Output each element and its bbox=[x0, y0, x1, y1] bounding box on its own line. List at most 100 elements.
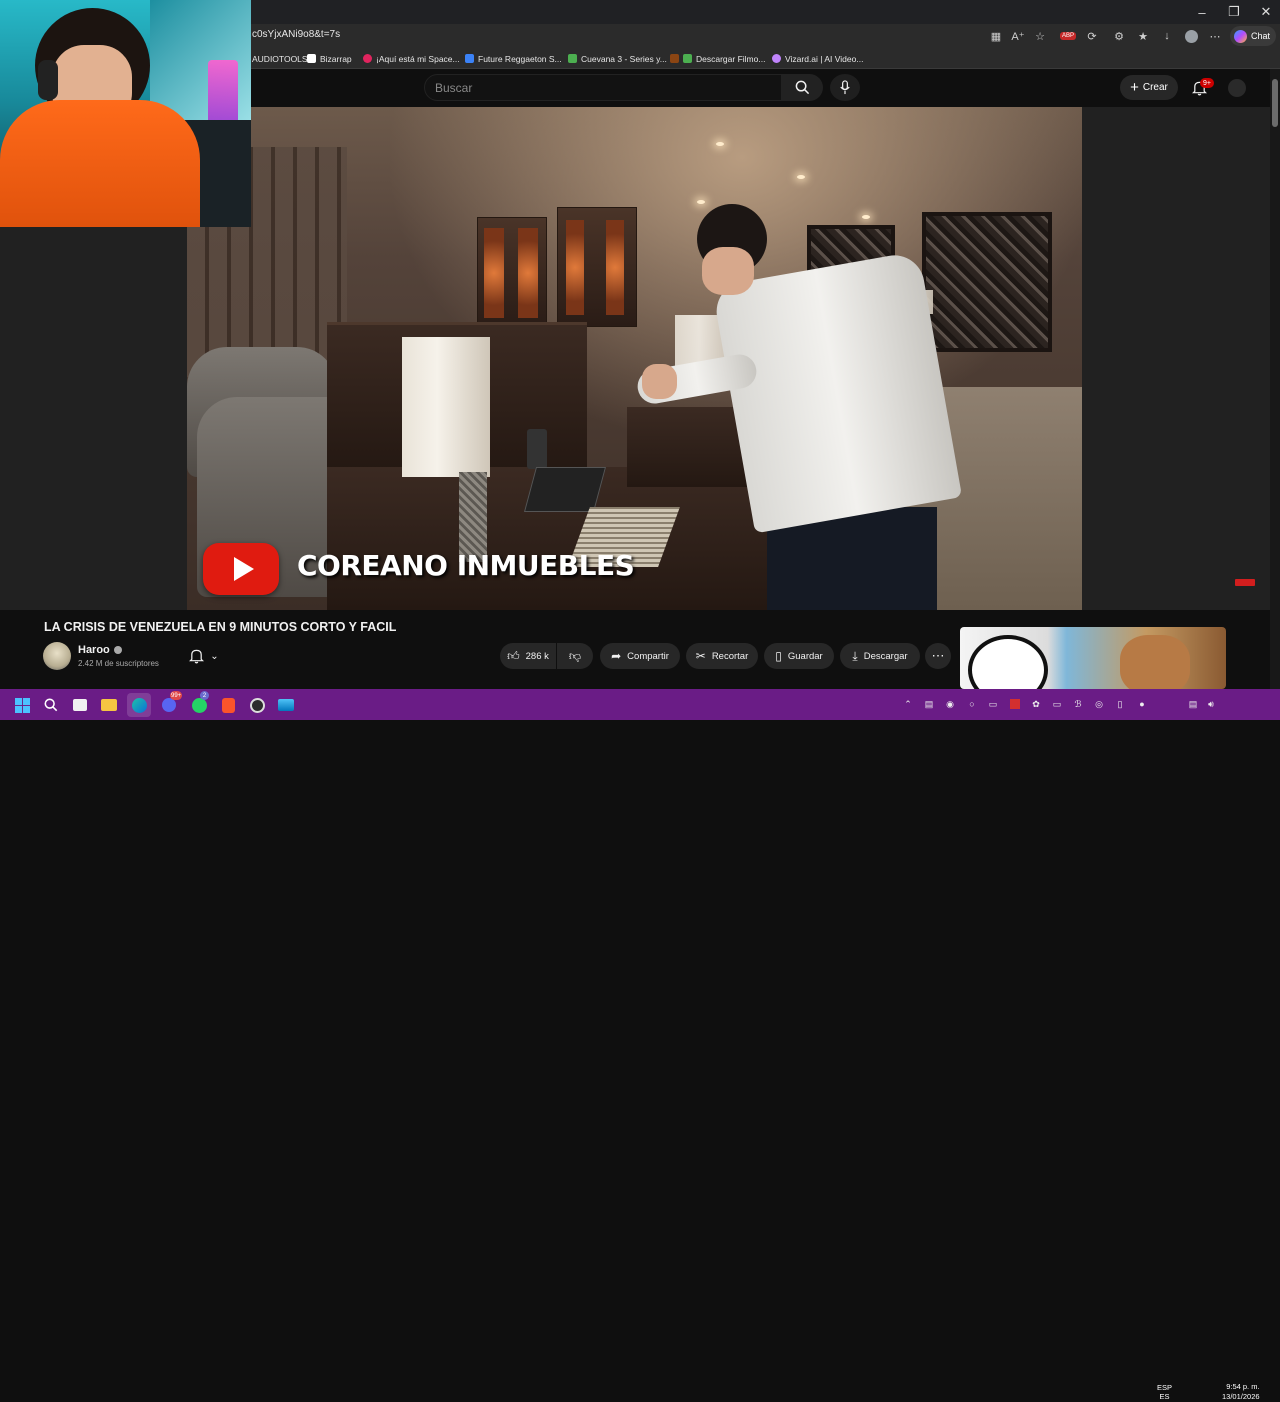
subscribe-watermark-icon[interactable] bbox=[1235, 579, 1255, 586]
close-window-button[interactable]: ✕ bbox=[1250, 0, 1280, 24]
favorites-icon[interactable]: ★ bbox=[1134, 27, 1152, 45]
cuevana-favicon-icon bbox=[568, 54, 577, 63]
tray-app-icon[interactable]: ▭ bbox=[1050, 697, 1064, 711]
voice-search-button[interactable] bbox=[830, 74, 860, 101]
show-hidden-icons-icon[interactable]: ⌃ bbox=[901, 697, 915, 711]
bookmark-label: Bizarrap bbox=[320, 53, 352, 64]
channel-name-text: Haroo bbox=[78, 644, 110, 656]
clock-time: 9:54 p. m. bbox=[1226, 1382, 1260, 1391]
keyboard-layout: ES bbox=[1159, 1392, 1170, 1401]
thumbs-down-icon: 👎︎ bbox=[568, 648, 582, 663]
bookmark-filmora[interactable]: Descargar Filmo... bbox=[670, 48, 765, 69]
ceiling-light bbox=[797, 175, 805, 179]
ceiling-light bbox=[697, 200, 705, 204]
verified-icon bbox=[113, 646, 122, 654]
copilot-icon bbox=[1234, 29, 1247, 43]
space-favicon-icon bbox=[363, 54, 372, 63]
create-button[interactable]: + Crear bbox=[1120, 75, 1178, 100]
system-clock[interactable]: 9:54 p. m. 13/01/2026 bbox=[1222, 1382, 1260, 1402]
downloads-icon[interactable]: ↓ bbox=[1158, 27, 1176, 45]
search-input[interactable]: Buscar bbox=[424, 74, 782, 101]
tray-steam-icon[interactable]: ◉ bbox=[943, 697, 957, 711]
video-frame[interactable]: COREANO INMUEBLES bbox=[187, 107, 1082, 610]
account-avatar[interactable] bbox=[1228, 79, 1246, 97]
shelf-light bbox=[484, 228, 504, 318]
wall-shelf bbox=[477, 217, 547, 327]
create-label: Crear bbox=[1142, 82, 1168, 93]
volume-icon[interactable]: 🔊︎ bbox=[1204, 697, 1218, 711]
tray-app-icon[interactable]: ▤ bbox=[922, 697, 936, 711]
taskbar-search-button[interactable] bbox=[39, 693, 63, 717]
favorite-star-icon[interactable]: ☆ bbox=[1031, 27, 1049, 45]
more-options-icon[interactable]: ⋯ bbox=[1206, 27, 1224, 45]
bluetooth-icon[interactable]: ℬ bbox=[1071, 697, 1085, 711]
restore-button[interactable]: ❐ bbox=[1218, 0, 1250, 24]
tray-red-app-icon[interactable] bbox=[1008, 697, 1022, 711]
clip-button[interactable]: ✂ Recortar bbox=[686, 643, 758, 669]
read-aloud-icon[interactable]: A⁺ bbox=[1009, 27, 1027, 45]
copilot-chat-button[interactable]: Chat bbox=[1230, 26, 1276, 46]
profile-icon[interactable] bbox=[1182, 27, 1200, 45]
download-label: Descargar bbox=[863, 650, 908, 662]
file-explorer-icon[interactable] bbox=[97, 693, 121, 717]
headphones-icon bbox=[38, 60, 58, 100]
download-button[interactable]: ⤓ Descargar bbox=[840, 643, 920, 669]
page-scrollbar[interactable] bbox=[1270, 69, 1280, 689]
photos-app-icon[interactable] bbox=[274, 693, 298, 717]
share-icon: ➦ bbox=[611, 649, 622, 663]
streamer-shirt bbox=[0, 100, 200, 227]
share-label: Compartir bbox=[627, 650, 669, 662]
search-button[interactable] bbox=[781, 74, 823, 101]
bookmark-label: Vizard.ai | AI Video... bbox=[785, 53, 864, 64]
bookmark-vizard[interactable]: Vizard.ai | AI Video... bbox=[772, 48, 863, 69]
copilot-badge: 99+ bbox=[170, 691, 183, 700]
bookmark-audiotools[interactable]: AUDIOTOOLS bbox=[252, 48, 308, 69]
network-icon[interactable]: ▤ bbox=[1186, 697, 1200, 711]
minimize-button[interactable]: – bbox=[1186, 0, 1218, 24]
app-available-icon[interactable]: ▦ bbox=[987, 27, 1005, 45]
bookmark-space[interactable]: ¡Aquí está mi Space... bbox=[363, 48, 460, 69]
whatsapp-badge: 2 bbox=[200, 691, 209, 700]
dislike-button[interactable]: 👎︎ bbox=[557, 643, 593, 669]
language-code: ESP bbox=[1157, 1383, 1173, 1392]
extensions-puzzle-icon[interactable]: ⚙ bbox=[1110, 27, 1128, 45]
adblock-extension-icon[interactable]: ABP bbox=[1059, 27, 1077, 45]
subscription-bell-button[interactable]: ⌄ bbox=[178, 644, 230, 668]
bookmark-future-reggaeton[interactable]: Future Reggaeton S... bbox=[465, 48, 562, 69]
usb-icon[interactable]: ▯ bbox=[1113, 697, 1127, 711]
tray-app-icon[interactable]: ◎ bbox=[1092, 697, 1106, 711]
edge-browser-icon[interactable] bbox=[127, 693, 151, 717]
bookmark-cuevana[interactable]: Cuevana 3 - Series y... bbox=[568, 48, 667, 69]
like-button[interactable]: 👍︎ 286 k bbox=[500, 643, 556, 669]
brave-browser-icon[interactable] bbox=[216, 693, 240, 717]
url-field[interactable]: c0sYjxANi9o8&t=7s bbox=[252, 29, 340, 40]
start-button[interactable] bbox=[10, 693, 34, 717]
microphone-icon bbox=[840, 80, 850, 95]
channel-avatar[interactable] bbox=[43, 642, 71, 670]
recommended-video-thumbnail[interactable] bbox=[960, 627, 1226, 689]
scrollbar-thumb[interactable] bbox=[1272, 79, 1278, 127]
vizard-favicon-icon bbox=[772, 54, 781, 63]
person-face bbox=[702, 247, 754, 295]
tray-app-icon[interactable]: ✿ bbox=[1029, 697, 1043, 711]
microsoft-store-icon[interactable] bbox=[68, 693, 92, 717]
share-button[interactable]: ➦ Compartir bbox=[600, 643, 680, 669]
obs-icon[interactable] bbox=[245, 693, 269, 717]
more-actions-button[interactable]: ⋯ bbox=[925, 643, 951, 669]
clip-label: Recortar bbox=[711, 650, 749, 662]
wall-artwork bbox=[922, 212, 1052, 352]
shelf-light bbox=[606, 220, 624, 315]
channel-name[interactable]: Haroo bbox=[78, 644, 122, 656]
like-count: 286 k bbox=[525, 650, 549, 662]
language-indicator[interactable]: ESP ES bbox=[1157, 1383, 1172, 1401]
bell-icon bbox=[189, 649, 205, 664]
save-button[interactable]: ▯ Guardar bbox=[764, 643, 834, 669]
bookmark-bizarrap[interactable]: Bizarrap bbox=[307, 48, 352, 69]
bookmark-label: Future Reggaeton S... bbox=[478, 53, 562, 64]
bookmark-label: AUDIOTOOLS bbox=[252, 53, 308, 64]
ceiling-light bbox=[716, 142, 724, 146]
microphone-icon[interactable]: ● bbox=[1135, 697, 1149, 711]
tray-display-icon[interactable]: ▭ bbox=[986, 697, 1000, 711]
tray-app-icon[interactable]: ○ bbox=[965, 697, 979, 711]
refresh-extension-icon[interactable]: ⟳ bbox=[1083, 27, 1101, 45]
